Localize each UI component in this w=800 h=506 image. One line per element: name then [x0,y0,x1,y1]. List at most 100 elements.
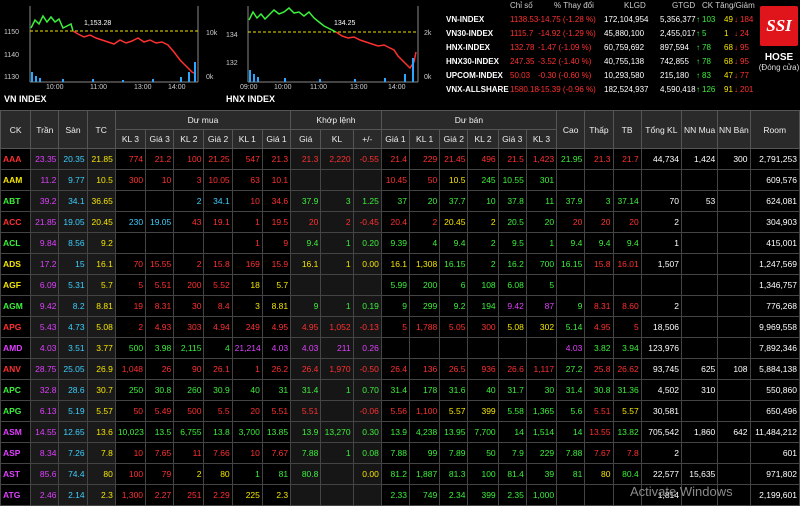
ticker-symbol[interactable]: APC [0,379,32,401]
table-cell: 2 [467,232,499,254]
table-row[interactable]: APG 6.13 5.19 5.57 50 5.49 500 5.5 20 5.51 5.51 -0.… [0,400,800,422]
col-header[interactable]: NN Mua [681,110,719,149]
col-header[interactable]: Giá 3 [497,129,527,149]
ticker-symbol[interactable]: ACL [0,232,32,254]
ticker-symbol[interactable]: ANV [0,358,32,380]
col-header[interactable]: Cao [556,110,586,149]
ticker-symbol[interactable]: APG [0,400,32,422]
table-cell [380,337,411,359]
table-cell: 3.51 [58,337,88,359]
table-cell: 20.5 [497,211,527,233]
col-header[interactable]: CK [0,110,32,149]
table-cell: 7.88 [290,442,322,464]
col-header[interactable]: +/- [352,129,382,149]
table-row[interactable]: ACC 21.85 19.05 20.45 230 19.05 43 19.1 1 19.5 20 2… [0,211,800,233]
table-cell: 16.2 [497,253,527,275]
table-cell [203,232,233,254]
table-cell: 21.3 [290,148,322,170]
table-row[interactable]: ADS 17.2 15 16.1 70 15.55 2 15.8 169 15.9 16.1 1 0.0… [0,253,800,275]
table-cell: 20 [409,190,441,212]
ticker-symbol[interactable]: AMD [0,337,32,359]
col-header[interactable]: TB [612,110,642,149]
col-header[interactable]: KL 3 [525,129,558,149]
col-header[interactable]: Giá 1 [380,129,411,149]
col-header[interactable]: KL [320,129,354,149]
table-cell: 100 [114,463,147,485]
col-header[interactable]: NN Bán [717,110,751,149]
col-header[interactable]: Trần [30,110,60,149]
col-header[interactable]: Giá 2 [203,129,233,149]
table-row[interactable]: AST 85.6 74.4 80 100 79 2 80 1 81 80.8 0.00 81.2 1,88… [0,463,800,485]
col-header[interactable]: KL 3 [114,129,147,149]
col-header[interactable]: TC [86,110,116,149]
ticker-symbol[interactable]: ADS [0,253,32,275]
ticker-symbol[interactable]: ASM [0,421,32,443]
table-cell [584,484,614,506]
table-row[interactable]: ACL 9.84 8.56 9.2 1 9 9.4 1 0.20 9.39 4 9.4 2 9.5 1 9.4… [0,232,800,254]
col-header[interactable]: Giá 3 [145,129,175,149]
table-cell [352,169,382,191]
ticker-symbol[interactable]: AAA [0,148,32,170]
ticker-symbol[interactable]: AGM [0,295,32,317]
table-row[interactable]: AGM 9.42 8.2 8.81 19 8.31 30 8.4 3 8.81 9 1 0.19 9 299… [0,295,800,317]
index-row[interactable]: VNX-ALLSHARE 1580.18 -15.39 (-0.96 %) 182,5… [446,84,758,96]
index-row[interactable]: HNX-INDEX 132.78 -1.47 (-1.09 %) 60,759,692… [446,42,758,54]
ticker-symbol[interactable]: ASP [0,442,32,464]
vn-index-chart[interactable]: 1150 1140 1130 10k 0k 10:00 11:00 13:00 … [2,0,222,104]
col-header[interactable]: Giá [290,129,322,149]
table-row[interactable]: APC 32.8 28.6 30.7 250 30.8 260 30.9 40 31 31.4 1 0.… [0,379,800,401]
col-header[interactable]: KL 2 [173,129,205,149]
ticker-symbol[interactable]: ATG [0,484,32,506]
table-cell: 21.25 [203,148,233,170]
table-cell: 26.5 [439,358,469,380]
index-row[interactable]: UPCOM-INDEX 50.03 -0.30 (-0.60 %) 10,293,58… [446,70,758,82]
col-header[interactable]: Room [749,110,800,149]
ticker-symbol[interactable]: ABT [0,190,32,212]
col-header[interactable]: KL 2 [467,129,499,149]
table-cell: 10 [467,190,499,212]
col-header[interactable]: KL 1 [231,129,263,149]
table-cell: 50 [114,400,147,422]
table-row[interactable]: AMD 4.03 3.51 3.77 500 3.98 2,115 4 21,214 4.03 4.… [0,337,800,359]
col-header[interactable]: Thấp [584,110,614,149]
ticker-symbol[interactable]: APG [0,316,32,338]
hnx-index-chart[interactable]: 134 132 2k 0k 09:00 10:00 11:00 13:00 14… [224,0,444,104]
ticker-symbol[interactable]: AAM [0,169,32,191]
table-row[interactable]: AAM 11.2 9.77 10.5 300 10 3 10.05 63 10.1 10.45 50 1… [0,169,800,191]
ticker-symbol[interactable]: AST [0,463,32,485]
session-status: (Đóng cửa) [758,63,800,72]
windows-activation-watermark: Activate Windows [630,484,733,499]
ticker-symbol[interactable]: AGF [0,274,32,296]
col-header[interactable]: Giá 1 [261,129,292,149]
col-header[interactable]: Giá 2 [439,129,469,149]
table-cell: 0.19 [352,295,382,317]
table-row[interactable]: ASM 14.55 12.65 13.6 10,023 13.5 6,755 13.8 3,70… [0,421,800,443]
table-cell: 5.08 [497,316,527,338]
table-cell: 16.15 [556,253,586,275]
index-row[interactable]: HNX30-INDEX 247.35 -3.52 (-1.40 %) 40,755,1… [446,56,758,68]
table-row[interactable]: ANV 28.75 25.05 26.9 1,048 26 90 26.1 1 26.2 26.4 1… [0,358,800,380]
table-row[interactable]: AGF 6.09 5.31 5.7 5 5.51 200 5.52 18 5.7 5.99 200 6 1… [0,274,800,296]
table-cell: 2.3 [261,484,292,506]
ticker-symbol[interactable]: ACC [0,211,32,233]
table-cell: 21.7 [612,148,642,170]
table-cell: 10.05 [203,169,233,191]
table-row[interactable]: APG 5.43 4.73 5.08 2 4.93 303 4.94 249 4.95 4.95 1,… [0,316,800,338]
table-row[interactable]: ASP 8.34 7.26 7.8 10 7.65 11 7.66 10 7.67 7.88 1 0.0… [0,442,800,464]
col-header[interactable]: Sàn [58,110,88,149]
x-tick: 14:00 [168,84,186,91]
col-header[interactable]: Tổng KL [640,110,683,149]
table-cell: 31.4 [556,379,586,401]
table-row[interactable]: AAA 23.35 20.35 21.85 774 21.2 100 21.25 547 21.3… [0,148,800,170]
table-cell [320,484,354,506]
y2-tick: 10k [206,30,218,37]
index-row[interactable]: VN-INDEX 1138.53 -14.75 (-1.28 %) 172,104,9… [446,14,758,26]
table-row[interactable]: ABT 39.2 34.1 36.65 2 34.1 10 34.6 37.9 3 1.25 37 20… [0,190,800,212]
table-cell: 6 [439,274,469,296]
table-cell [681,295,719,317]
index-val: 4,590,418 [660,85,696,94]
index-up-count: 126 [702,85,716,94]
index-row[interactable]: VN30-INDEX 1115.7 -14.92 (-1.29 %) 45,880,1… [446,28,758,40]
table-cell: 25.05 [58,358,88,380]
col-header[interactable]: KL 1 [409,129,441,149]
